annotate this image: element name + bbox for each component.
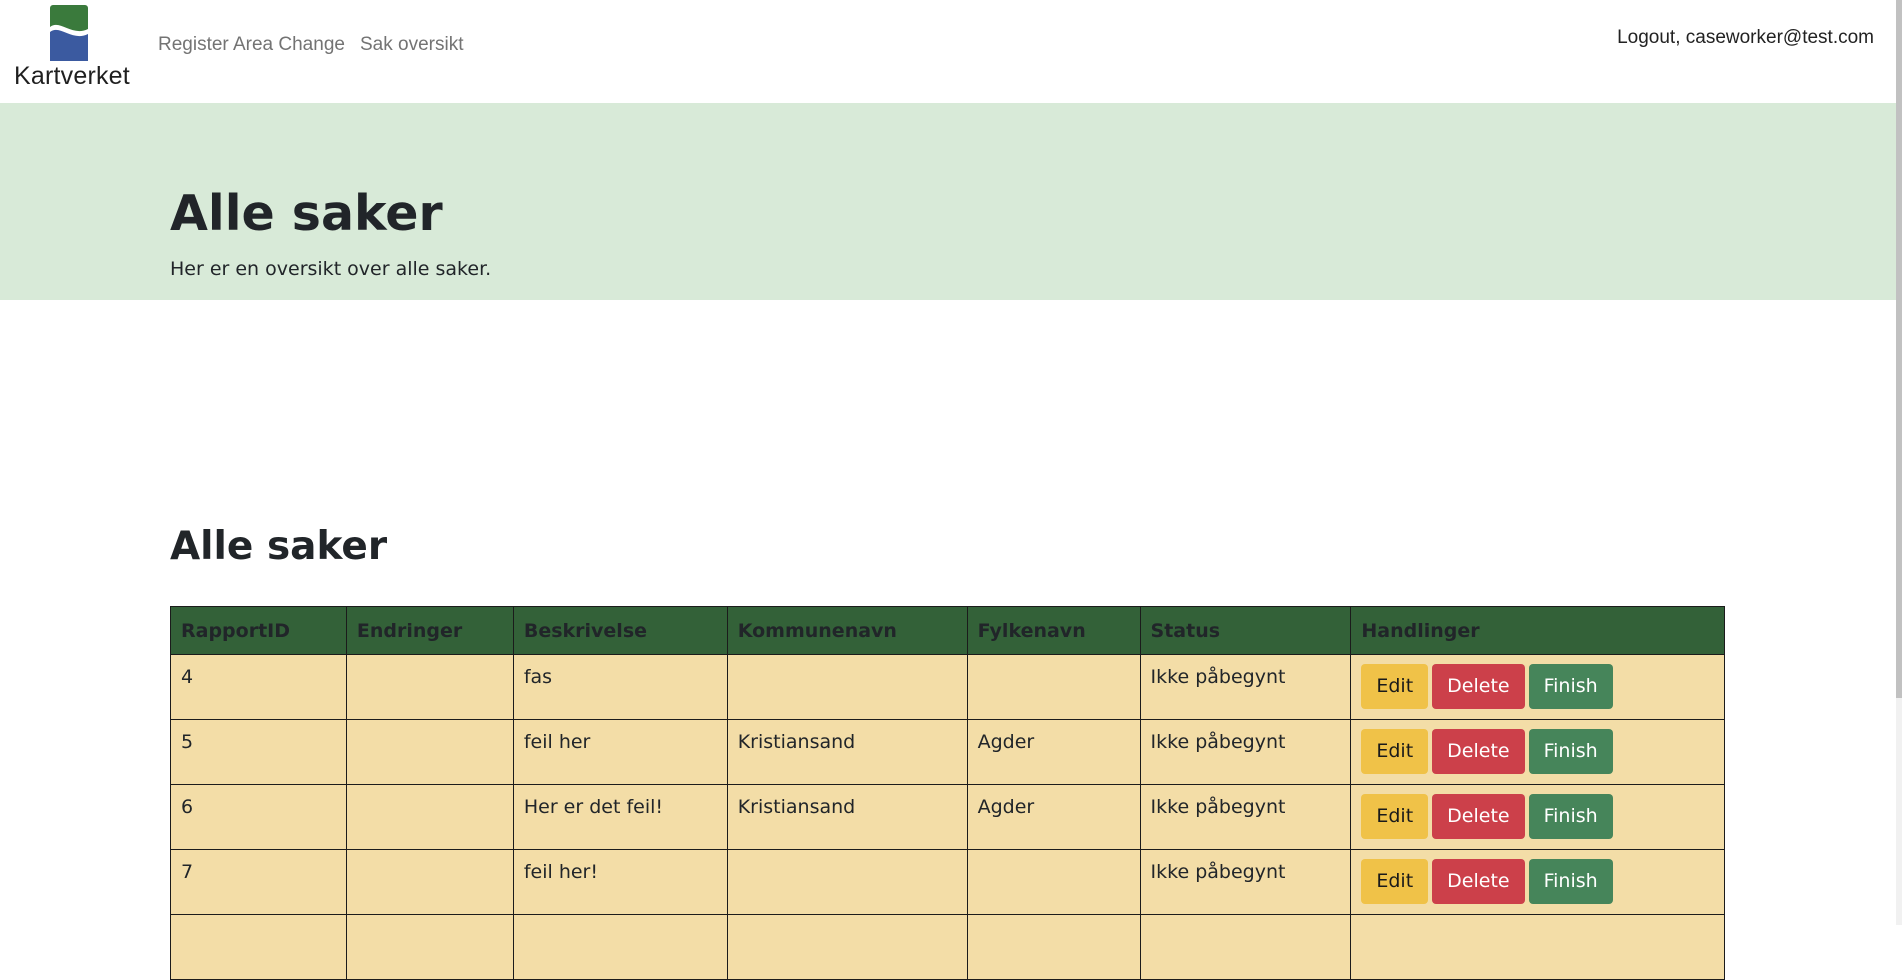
cell-status: Ikke påbegynt (1139, 719, 1352, 785)
finish-button[interactable]: Finish (1528, 859, 1613, 904)
cell-kommunenavn: Kristiansand (726, 719, 968, 785)
cell-status: Ikke påbegynt (1139, 654, 1352, 720)
column-header-handlinger: Handlinger (1350, 606, 1725, 655)
cell-rapportid: 5 (170, 719, 347, 785)
cell-rapportid (170, 914, 347, 980)
cell-beskrivelse: fas (512, 654, 728, 720)
cell-actions: Edit Delete Finish (1350, 784, 1725, 850)
column-header-fylkenavn: Fylkenavn (966, 606, 1141, 655)
cell-status: Ikke påbegynt (1139, 784, 1352, 850)
table-row: 6 Her er det feil! Kristiansand Agder Ik… (170, 784, 1725, 850)
edit-button[interactable]: Edit (1361, 794, 1429, 839)
logout-link[interactable]: Logout, caseworker@test.com (1617, 27, 1874, 49)
hero-banner: Alle saker Her er en oversikt over alle … (0, 103, 1896, 300)
table-row: 4 fas Ikke påbegynt Edit Delete Finish (170, 654, 1725, 720)
cell-fylkenavn: Agder (966, 719, 1141, 785)
cell-actions (1350, 914, 1725, 980)
cell-beskrivelse: Her er det feil! (512, 784, 728, 850)
cell-fylkenavn: Agder (966, 784, 1141, 850)
cell-kommunenavn (726, 849, 968, 915)
cell-endringer (345, 914, 514, 980)
cell-beskrivelse (512, 914, 728, 980)
cases-section-title: Alle saker (170, 524, 388, 569)
cell-fylkenavn (966, 849, 1141, 915)
edit-button[interactable]: Edit (1361, 859, 1429, 904)
table-row (170, 914, 1725, 980)
cell-status: Ikke påbegynt (1139, 849, 1352, 915)
cell-actions: Edit Delete Finish (1350, 654, 1725, 720)
brand-name: Kartverket (14, 62, 130, 90)
cell-fylkenavn (966, 654, 1141, 720)
edit-button[interactable]: Edit (1361, 729, 1429, 774)
column-header-endringer: Endringer (345, 606, 514, 655)
column-header-status: Status (1139, 606, 1352, 655)
cell-beskrivelse: feil her (512, 719, 728, 785)
nav-register-area-change[interactable]: Register Area Change (158, 34, 345, 56)
nav-sak-oversikt[interactable]: Sak oversikt (360, 34, 463, 56)
delete-button[interactable]: Delete (1432, 729, 1525, 774)
cell-actions: Edit Delete Finish (1350, 849, 1725, 915)
cell-beskrivelse: feil her! (512, 849, 728, 915)
cases-table: RapportID Endringer Beskrivelse Kommunen… (170, 606, 1725, 980)
scrollbar-thumb[interactable] (1896, 0, 1902, 698)
table-row: 7 feil her! Ikke påbegynt Edit Delete Fini… (170, 849, 1725, 915)
cell-fylkenavn (966, 914, 1141, 980)
edit-button[interactable]: Edit (1361, 664, 1429, 709)
cell-endringer (345, 654, 514, 720)
cell-endringer (345, 784, 514, 850)
hero-title: Alle saker (170, 185, 443, 242)
cell-kommunenavn (726, 654, 968, 720)
delete-button[interactable]: Delete (1432, 664, 1525, 709)
column-header-rapportid: RapportID (170, 606, 347, 655)
finish-button[interactable]: Finish (1528, 664, 1613, 709)
page-scrollbar[interactable] (1896, 0, 1902, 925)
column-header-kommunenavn: Kommunenavn (726, 606, 968, 655)
table-row: 5 feil her Kristiansand Agder Ikke påbeg… (170, 719, 1725, 785)
delete-button[interactable]: Delete (1432, 859, 1525, 904)
cell-rapportid: 6 (170, 784, 347, 850)
cell-kommunenavn (726, 914, 968, 980)
delete-button[interactable]: Delete (1432, 794, 1525, 839)
cell-rapportid: 7 (170, 849, 347, 915)
cell-kommunenavn: Kristiansand (726, 784, 968, 850)
finish-button[interactable]: Finish (1528, 794, 1613, 839)
cell-actions: Edit Delete Finish (1350, 719, 1725, 785)
cell-endringer (345, 719, 514, 785)
brand-logo-link[interactable]: Kartverket (14, 5, 130, 90)
column-header-beskrivelse: Beskrivelse (512, 606, 728, 655)
navbar: Kartverket Register Area Change Sak over… (0, 0, 1896, 103)
cell-rapportid: 4 (170, 654, 347, 720)
finish-button[interactable]: Finish (1528, 729, 1613, 774)
cell-status (1139, 914, 1352, 980)
cell-endringer (345, 849, 514, 915)
table-header-row: RapportID Endringer Beskrivelse Kommunen… (170, 606, 1725, 655)
kartverket-logo-icon (50, 5, 88, 61)
hero-subtitle: Her er en oversikt over alle saker. (170, 258, 492, 280)
